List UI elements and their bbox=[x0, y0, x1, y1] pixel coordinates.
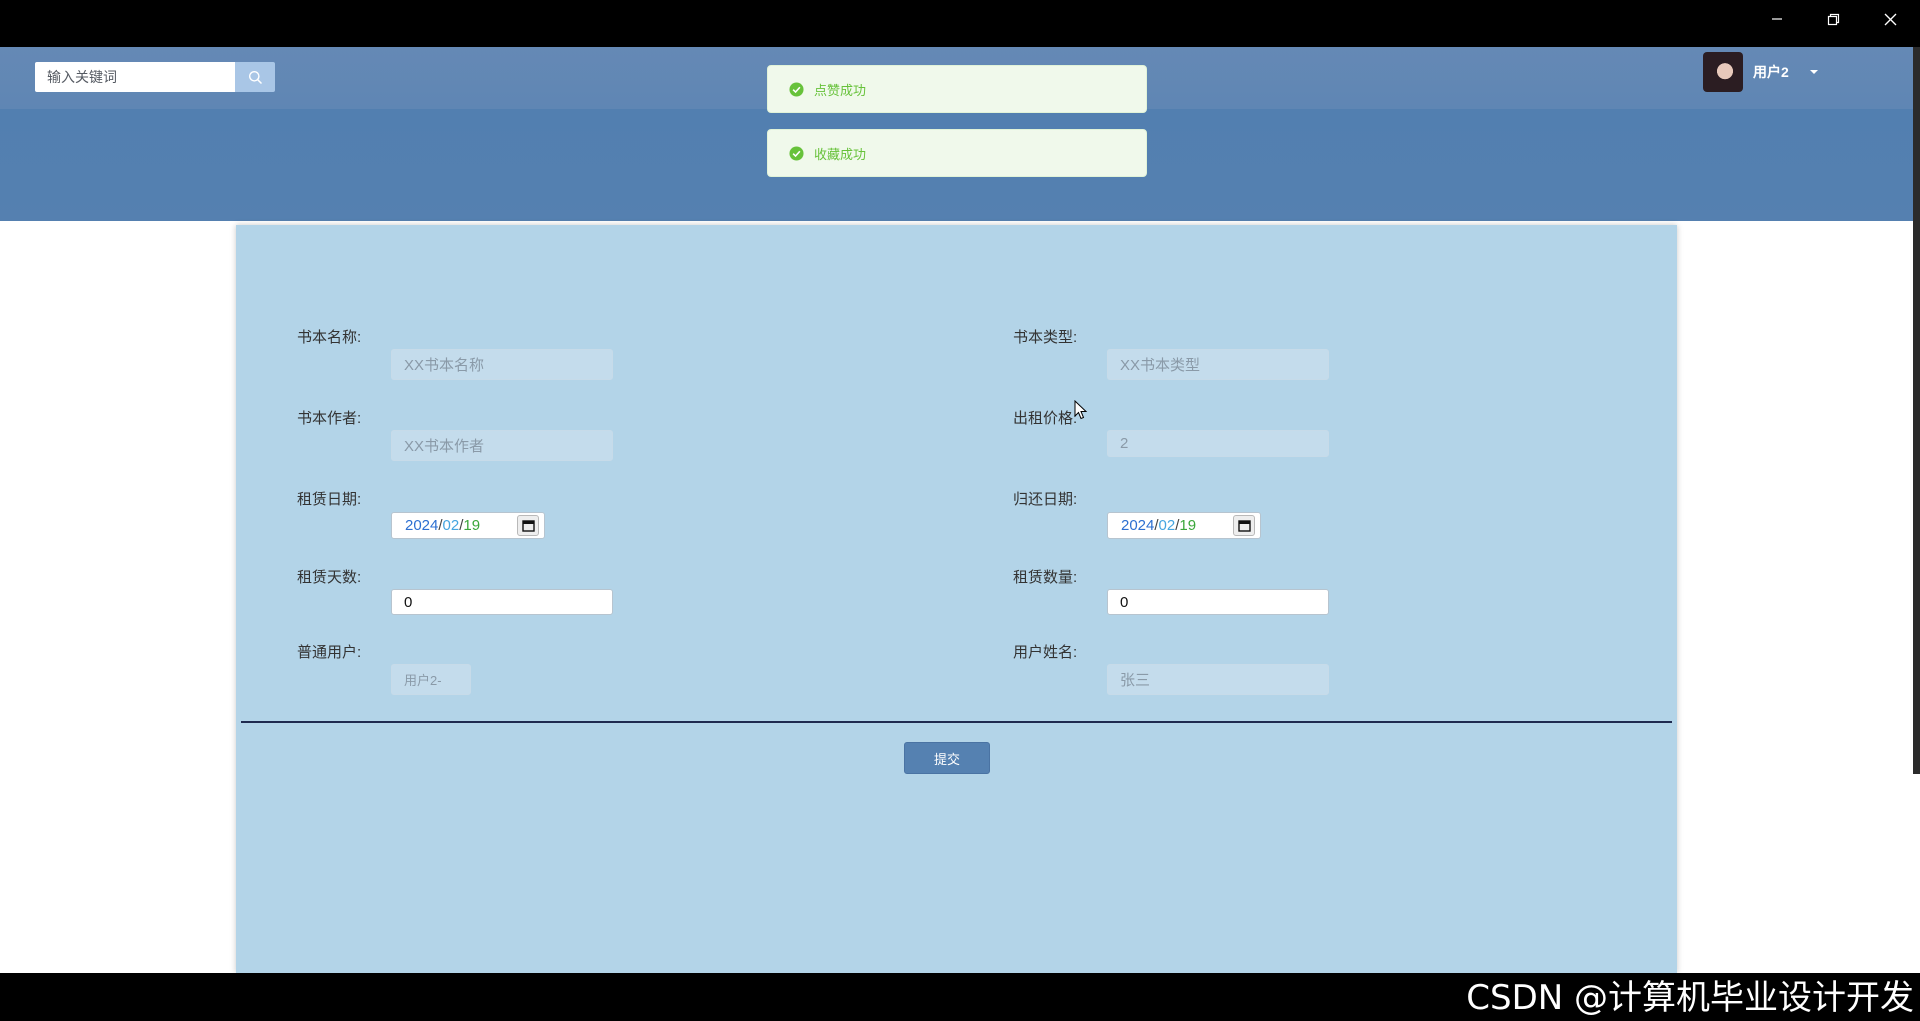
rent-price-field[interactable]: 2 bbox=[1107, 430, 1329, 457]
user-name-value: 张三 bbox=[1120, 672, 1151, 689]
toast-text: 点赞成功 bbox=[814, 82, 867, 98]
user-account-field[interactable]: 用户2- bbox=[391, 664, 471, 695]
book-type-label: 书本类型: bbox=[1013, 329, 1078, 346]
book-type-value: XX书本类型 bbox=[1120, 357, 1201, 374]
minimize-button[interactable] bbox=[1750, 0, 1804, 38]
rental-form: 书本名称: XX书本名称 书本类型: XX书本类型 书本作者: XX书本作者 出… bbox=[236, 225, 1677, 973]
restore-icon bbox=[1827, 13, 1839, 25]
form-divider bbox=[241, 721, 1672, 723]
book-name-label: 书本名称: bbox=[297, 329, 362, 346]
search-bar bbox=[35, 62, 275, 92]
book-type-field[interactable]: XX书本类型 bbox=[1107, 349, 1329, 380]
rent-days-label: 租赁天数: bbox=[297, 569, 362, 586]
submit-button[interactable]: 提交 bbox=[904, 742, 990, 774]
toast-favorite-success: 收藏成功 bbox=[767, 129, 1147, 177]
success-check-icon bbox=[789, 145, 804, 161]
search-input[interactable] bbox=[35, 62, 235, 92]
search-icon bbox=[248, 70, 262, 84]
book-author-field[interactable]: XX书本作者 bbox=[391, 430, 613, 461]
rent-quantity-value: 0 bbox=[1120, 593, 1129, 611]
rent-date-day[interactable]: 19 bbox=[463, 517, 480, 534]
book-author-label: 书本作者: bbox=[297, 410, 362, 427]
rent-price-label: 出租价格: bbox=[1013, 410, 1078, 427]
return-date-picker[interactable]: 2024/02/19 bbox=[1107, 512, 1261, 539]
calendar-icon[interactable] bbox=[1233, 515, 1255, 536]
rent-date-label: 租赁日期: bbox=[297, 491, 362, 508]
close-icon bbox=[1884, 13, 1896, 25]
avatar bbox=[1703, 52, 1743, 92]
restore-button[interactable] bbox=[1806, 0, 1860, 38]
user-name-label: 用户姓名: bbox=[1013, 644, 1078, 661]
return-date-year[interactable]: 2024 bbox=[1121, 517, 1154, 534]
page-scrollbar[interactable] bbox=[1913, 47, 1920, 774]
return-date-label: 归还日期: bbox=[1013, 491, 1078, 508]
close-button[interactable] bbox=[1863, 0, 1917, 38]
minimize-icon bbox=[1772, 18, 1782, 20]
user-name: 用户2 bbox=[1753, 64, 1789, 80]
user-account-value: 用户2- bbox=[404, 673, 442, 688]
rent-quantity-label: 租赁数量: bbox=[1013, 569, 1078, 586]
window-titlebar bbox=[0, 0, 1920, 47]
watermark-text: CSDN @计算机毕业设计开发 bbox=[1466, 977, 1914, 1018]
toast-text: 收藏成功 bbox=[814, 146, 867, 162]
rent-date-year[interactable]: 2024 bbox=[405, 517, 438, 534]
book-name-value: XX书本名称 bbox=[404, 357, 485, 374]
rent-days-input[interactable]: 0 bbox=[391, 589, 613, 615]
book-name-field[interactable]: XX书本名称 bbox=[391, 349, 613, 380]
bottom-bar: CSDN @计算机毕业设计开发 bbox=[0, 973, 1920, 1021]
return-date-month[interactable]: 02 bbox=[1159, 517, 1176, 534]
rent-price-value: 2 bbox=[1120, 435, 1129, 452]
rent-days-value: 0 bbox=[404, 593, 413, 611]
book-author-value: XX书本作者 bbox=[404, 438, 485, 455]
caret-down-icon bbox=[1809, 69, 1819, 75]
toast-like-success: 点赞成功 bbox=[767, 65, 1147, 113]
user-name-field[interactable]: 张三 bbox=[1107, 664, 1329, 695]
return-date-day[interactable]: 19 bbox=[1179, 517, 1196, 534]
search-button[interactable] bbox=[235, 62, 275, 92]
rent-quantity-input[interactable]: 0 bbox=[1107, 589, 1329, 615]
rent-date-month[interactable]: 02 bbox=[443, 517, 460, 534]
user-account-label: 普通用户: bbox=[297, 644, 362, 661]
calendar-icon[interactable] bbox=[517, 515, 539, 536]
user-menu[interactable]: 用户2 bbox=[1703, 51, 1819, 93]
success-check-icon bbox=[789, 81, 804, 97]
rent-date-picker[interactable]: 2024/02/19 bbox=[391, 512, 545, 539]
